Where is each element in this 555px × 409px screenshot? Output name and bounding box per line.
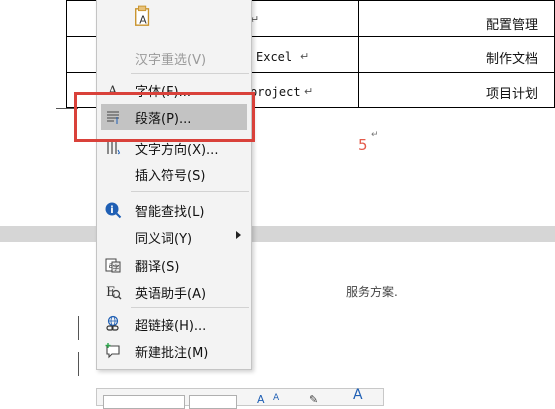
font-size-box[interactable]: [189, 395, 237, 409]
table-cell-mark: ↵: [300, 50, 310, 63]
menu-item-label: 同义词(Y): [135, 232, 193, 247]
smart-lookup-icon: i: [103, 200, 123, 220]
svg-text:字: 字: [113, 263, 120, 272]
menu-item-label: 插入符号(S): [135, 169, 206, 184]
table-cell: project: [250, 85, 301, 99]
document-page-bottom: [0, 242, 555, 400]
table-cell: 制作文档: [486, 52, 539, 67]
menu-separator: [131, 191, 249, 192]
translate-icon: a 字: [103, 255, 123, 275]
chevron-right-icon: [236, 231, 241, 239]
font-name-box[interactable]: [103, 395, 185, 409]
svg-text:i: i: [110, 205, 113, 216]
menu-item-label: 英语助手(A): [135, 287, 207, 302]
styles-icon[interactable]: A: [353, 387, 363, 403]
menu-item-smart-lookup[interactable]: i 智能查找(L): [97, 197, 251, 223]
menu-item-insert-symbol[interactable]: 插入符号(S): [97, 161, 251, 187]
page-gap: [0, 226, 555, 242]
menu-item-reconvert: 汉字重选(V): [97, 45, 251, 71]
menu-item-translate[interactable]: a 字 翻译(S): [97, 252, 251, 278]
page-number: 5: [358, 136, 368, 154]
body-text: 服务方案.: [346, 285, 398, 299]
paragraph-mark: ↵: [371, 130, 379, 140]
menu-separator: [131, 73, 249, 74]
shrink-font-icon[interactable]: A: [273, 393, 279, 403]
menu-separator: [131, 307, 249, 308]
mini-toolbar: A A ✎ A: [96, 387, 384, 409]
table-cell-mark: ↵: [304, 85, 314, 98]
menu-item-label: 智能查找(L): [135, 205, 205, 220]
svg-text:A: A: [139, 13, 147, 26]
new-comment-icon: [103, 341, 123, 361]
hyperlink-icon: [103, 314, 123, 334]
english-assistant-icon: E: [103, 282, 123, 302]
menu-item-english-assistant[interactable]: E 英语助手(A): [97, 279, 251, 305]
paste-keep-text-button[interactable]: A: [97, 5, 251, 33]
table-cell: 项目计划: [486, 87, 539, 102]
table-border: [358, 0, 359, 108]
table-border: [66, 0, 67, 108]
menu-item-synonyms[interactable]: 同义词(Y): [97, 224, 251, 250]
table-cell: 配置管理: [486, 18, 539, 33]
menu-item-hyperlink[interactable]: 超链接(H)...: [97, 311, 251, 337]
margin-corner-mark: [78, 316, 79, 340]
menu-item-label: 超链接(H)...: [135, 319, 207, 334]
table-cell: Excel: [256, 50, 293, 64]
menu-item-label: 新建批注(M): [135, 346, 209, 361]
menu-item-label: 汉字重选(V): [135, 53, 207, 68]
context-menu: A 汉字重选(V) A 字体(F)... 段落(P)... 文字方向(X)...…: [96, 0, 252, 370]
menu-item-new-comment[interactable]: 新建批注(M): [97, 338, 251, 364]
paste-keep-text-icon: A: [133, 5, 153, 27]
margin-corner-mark: [78, 352, 79, 376]
menu-item-label: 翻译(S): [135, 260, 180, 275]
highlight-annotation-box: [74, 92, 255, 142]
svg-text:E: E: [106, 285, 116, 300]
